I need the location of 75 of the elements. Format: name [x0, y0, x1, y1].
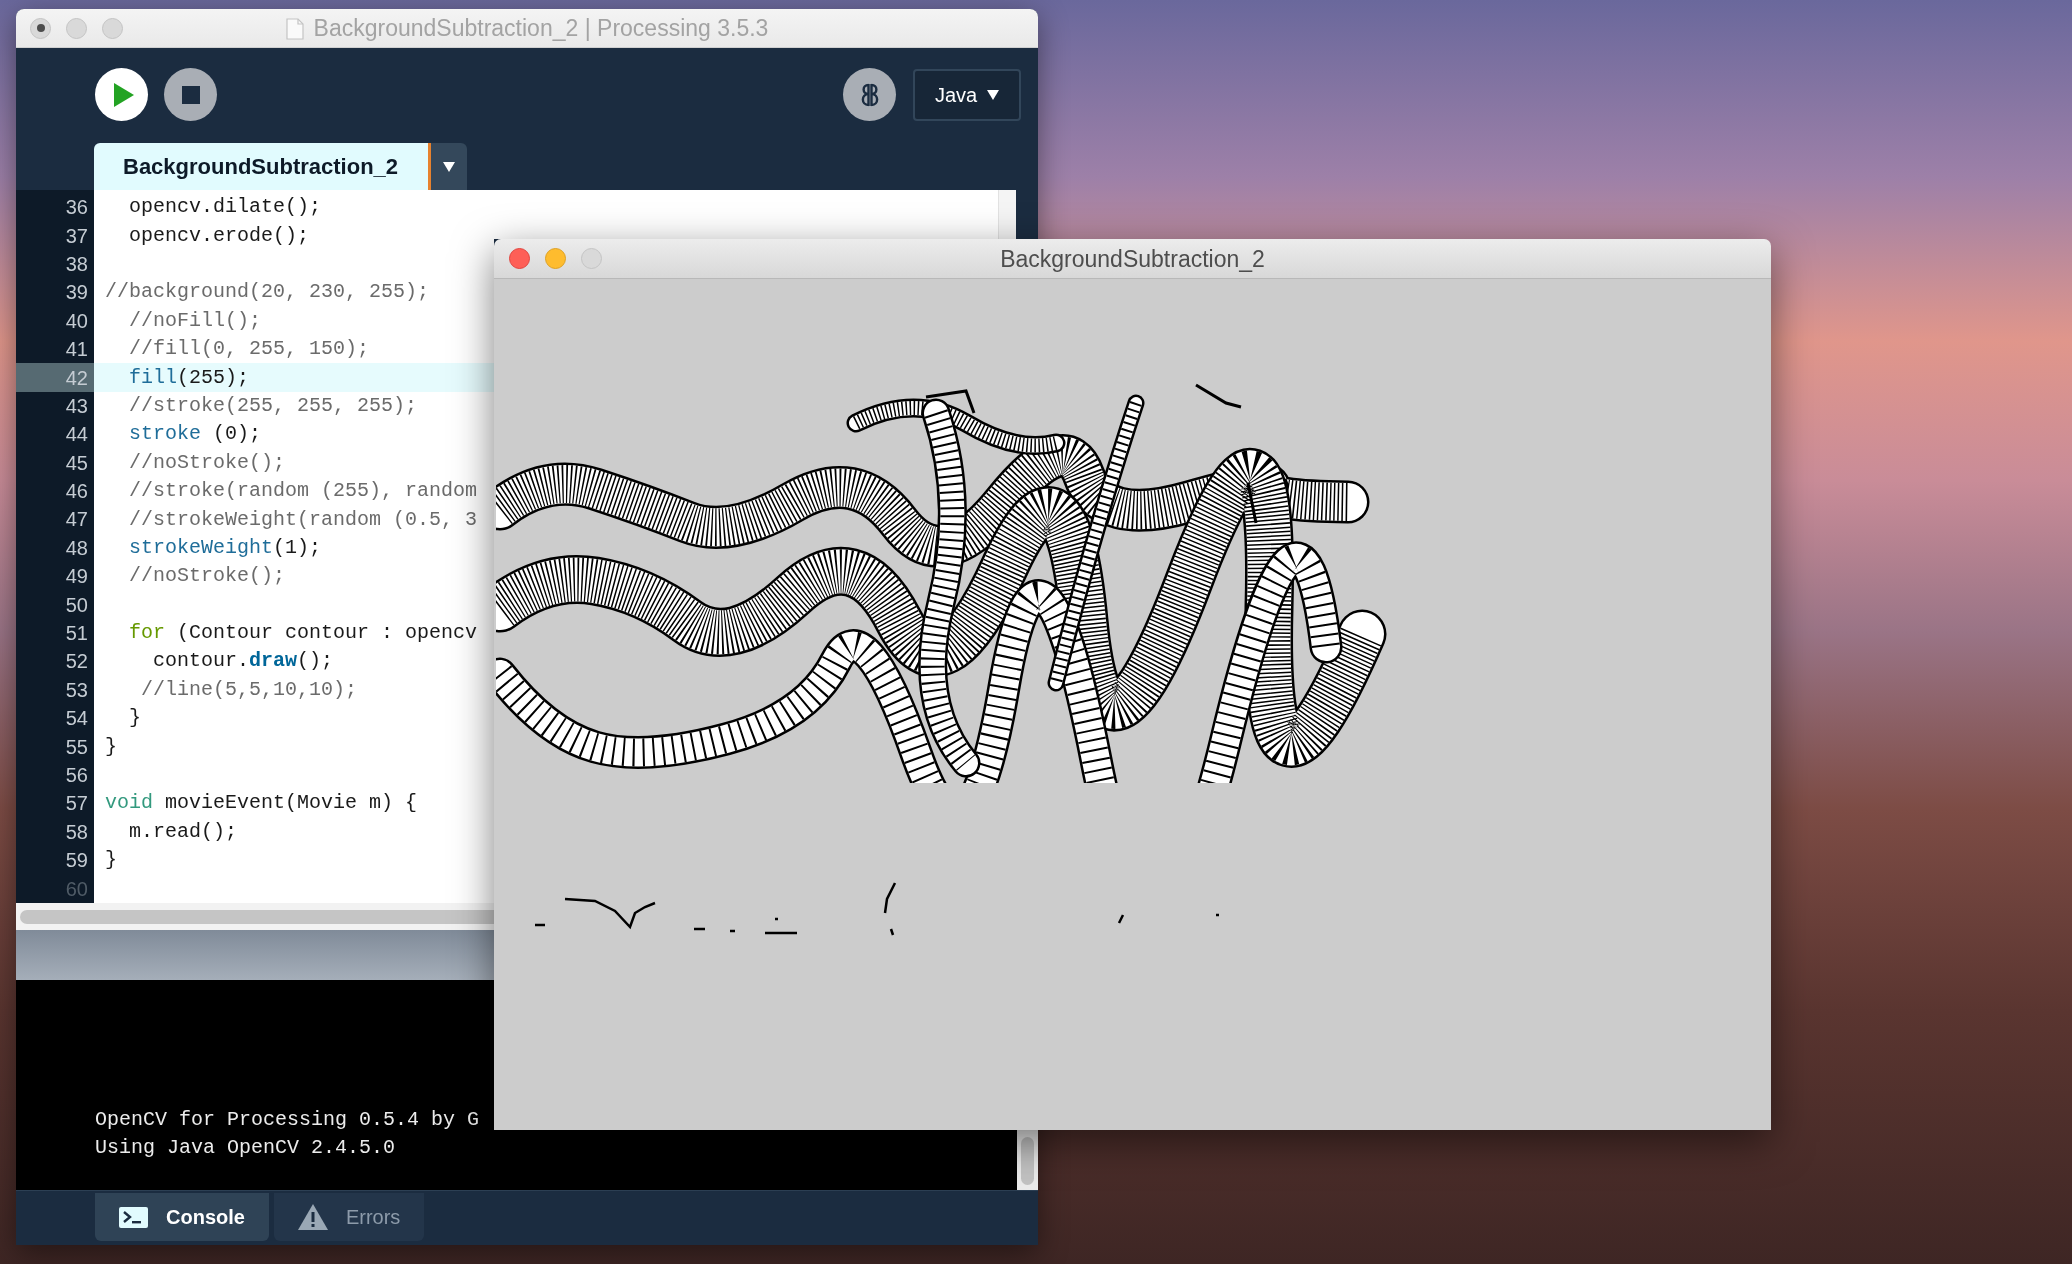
minimize-button[interactable] [545, 248, 566, 269]
console-line: OpenCV for Processing 0.5.4 by G [95, 1107, 480, 1133]
code-line: stroke (0); [129, 421, 262, 448]
caret-down-icon [987, 90, 1000, 100]
line-number: 55 [65, 736, 88, 757]
warning-icon [297, 1204, 328, 1230]
code-line: } [129, 705, 142, 732]
code-line: //noFill(); [129, 307, 262, 334]
code-line: fill(255); [129, 364, 250, 391]
line-number: 43 [65, 395, 88, 416]
line-number: 37 [65, 225, 88, 246]
code-line: //noStroke(); [129, 449, 286, 476]
line-number: 39 [65, 282, 88, 303]
window-title: BackgroundSubtraction_2 [1000, 244, 1265, 274]
sketch-tab[interactable]: BackgroundSubtraction_2 [94, 143, 431, 190]
code-line: } [105, 847, 117, 874]
line-number: 38 [65, 253, 88, 274]
stop-icon [181, 85, 200, 104]
line-number: 41 [65, 339, 88, 360]
line-number: 56 [65, 765, 88, 785]
line-number: 57 [65, 793, 88, 814]
line-number: 50 [65, 594, 88, 615]
line-number: 52 [65, 651, 88, 672]
panel-tab[interactable]: Console [95, 1193, 269, 1241]
code-editor[interactable] [94, 190, 494, 903]
code-line: //stroke(255, 255, 255); [129, 392, 418, 419]
debug-button[interactable] [843, 68, 896, 121]
line-number: 60 [65, 878, 88, 899]
code-line: strokeWeight(1); [129, 534, 322, 561]
line-number: 53 [65, 679, 88, 700]
console-line: Using Java OpenCV 2.4.5.0 [95, 1135, 396, 1161]
window-title: BackgroundSubtraction_2 | Processing 3.5.3 [313, 14, 769, 44]
line-number: 40 [65, 310, 88, 331]
mode-dropdown[interactable]: Java [913, 69, 1021, 121]
tab-menu-button[interactable] [431, 143, 467, 190]
line-number: 45 [65, 452, 88, 473]
zoom-button[interactable] [102, 17, 123, 39]
close-button[interactable] [30, 17, 51, 39]
line-number: 42 [65, 367, 88, 388]
caret-down-icon [443, 161, 455, 172]
line-number: 49 [65, 566, 88, 587]
code-line: //strokeWeight(random (0.5, 3 [129, 506, 478, 533]
minimize-button[interactable] [66, 17, 87, 39]
stop-button[interactable] [164, 68, 217, 121]
run-button[interactable] [95, 68, 148, 121]
code-line: //fill(0, 255, 150); [129, 336, 370, 363]
line-number: 46 [65, 481, 88, 502]
line-number: 54 [65, 708, 88, 729]
console-scrollbar[interactable] [1017, 1130, 1038, 1190]
code-line: //background(20, 230, 255); [105, 279, 430, 306]
vertical-scrollbar[interactable] [998, 190, 1016, 239]
code-line: //line(5,5,10,10); [141, 676, 358, 703]
line-number: 44 [65, 424, 88, 445]
play-icon [113, 82, 134, 107]
line-number: 36 [65, 197, 88, 218]
line-number: 58 [65, 821, 88, 842]
terminal-icon [119, 1206, 148, 1228]
code-line: //noStroke(); [129, 563, 286, 590]
code-line: opencv.erode(); [129, 222, 310, 249]
code-line: m.read(); [129, 818, 238, 845]
line-number: 59 [65, 850, 88, 871]
scrollbar-thumb[interactable] [1021, 1137, 1034, 1185]
code-line: //stroke(random (255), random [129, 478, 478, 505]
panel-tab[interactable]: Errors [273, 1193, 425, 1241]
code-line: opencv.dilate(); [129, 194, 322, 221]
document-icon [285, 17, 304, 40]
line-number: 47 [65, 509, 88, 530]
line-number: 51 [65, 623, 88, 644]
scrollbar-thumb[interactable] [20, 909, 494, 924]
line-number: 48 [65, 537, 88, 558]
code-line: for (Contour contour : opencv [129, 620, 478, 647]
code-line: } [105, 733, 117, 760]
horizontal-scrollbar[interactable] [16, 903, 494, 930]
code-line: contour.draw(); [153, 648, 334, 675]
code-line: void movieEvent(Movie m) { [105, 790, 418, 817]
